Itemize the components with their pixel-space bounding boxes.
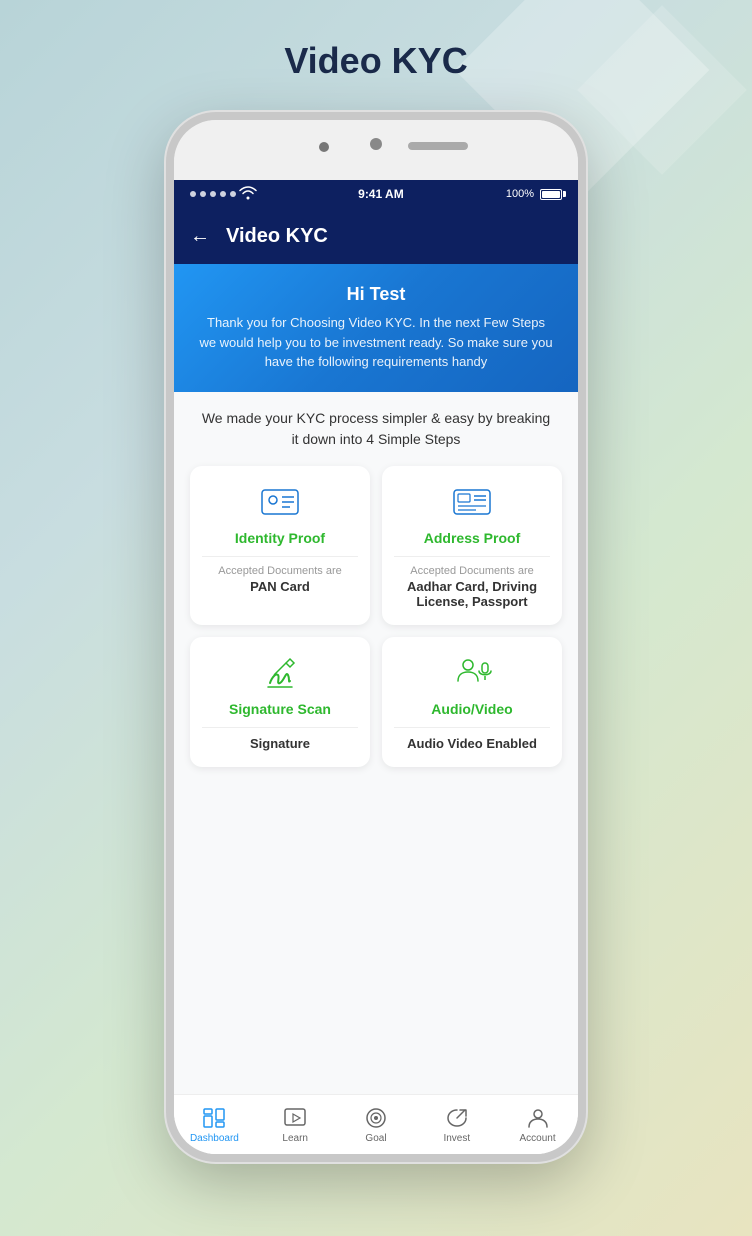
identity-docs: PAN Card	[202, 579, 358, 594]
battery-fill	[542, 191, 560, 198]
welcome-message: Thank you for Choosing Video KYC. In the…	[198, 313, 554, 372]
camera-front	[370, 138, 382, 150]
wifi-icon	[240, 187, 256, 202]
phone-frame: 9:41 AM 100% ← Video KYC Hi Test Thank y…	[166, 112, 586, 1162]
steps-grid: Identity Proof Accepted Documents are PA…	[190, 466, 562, 767]
account-label: Account	[520, 1133, 556, 1144]
app-header: ← Video KYC	[174, 208, 578, 264]
identity-proof-title: Identity Proof	[202, 530, 358, 546]
address-docs: Aadhar Card, Driving License, Passport	[394, 579, 550, 609]
back-button[interactable]: ←	[190, 225, 210, 248]
invest-icon	[445, 1106, 469, 1130]
nav-item-goal[interactable]: Goal	[336, 1106, 417, 1144]
account-icon	[526, 1106, 550, 1130]
audio-video-title: Audio/Video	[394, 701, 550, 717]
learn-icon	[283, 1106, 307, 1130]
dashboard-icon	[202, 1106, 226, 1130]
speaker	[408, 142, 468, 150]
address-proof-title: Address Proof	[394, 530, 550, 546]
address-accepted-label: Accepted Documents are	[394, 565, 550, 577]
signal-dot-3	[210, 191, 216, 197]
goal-label: Goal	[365, 1133, 386, 1144]
status-right: 100%	[506, 188, 562, 200]
battery-text: 100%	[506, 188, 534, 200]
kyc-subtitle: We made your KYC process simpler & easy …	[190, 408, 562, 450]
status-left	[190, 187, 256, 202]
learn-label: Learn	[282, 1133, 308, 1144]
goal-icon	[364, 1106, 388, 1130]
content-area[interactable]: We made your KYC process simpler & easy …	[174, 392, 578, 1095]
nav-item-learn[interactable]: Learn	[255, 1106, 336, 1144]
signature-scan-title: Signature Scan	[202, 701, 358, 717]
audio-docs: Audio Video Enabled	[394, 736, 550, 751]
nav-item-account[interactable]: Account	[497, 1106, 578, 1144]
status-bar: 9:41 AM 100%	[174, 180, 578, 208]
signal-dot-1	[190, 191, 196, 197]
nav-item-dashboard[interactable]: Dashboard	[174, 1106, 255, 1144]
identity-proof-icon	[202, 482, 358, 522]
status-time: 9:41 AM	[358, 187, 404, 201]
step-card-identity[interactable]: Identity Proof Accepted Documents are PA…	[190, 466, 370, 625]
signal-dot-5	[230, 191, 236, 197]
page-title: Video KYC	[284, 40, 467, 82]
welcome-greeting: Hi Test	[198, 284, 554, 305]
divider-audio	[394, 727, 550, 728]
address-proof-icon	[394, 482, 550, 522]
welcome-card: Hi Test Thank you for Choosing Video KYC…	[174, 264, 578, 392]
divider-identity	[202, 556, 358, 557]
invest-label: Invest	[443, 1133, 470, 1144]
phone-top-hardware	[174, 120, 578, 180]
signature-docs: Signature	[202, 736, 358, 751]
step-card-signature[interactable]: Signature Scan Signature	[190, 637, 370, 767]
divider-address	[394, 556, 550, 557]
dashboard-label: Dashboard	[190, 1133, 239, 1144]
identity-accepted-label: Accepted Documents are	[202, 565, 358, 577]
divider-signature	[202, 727, 358, 728]
signal-dot-4	[220, 191, 226, 197]
nav-item-invest[interactable]: Invest	[416, 1106, 497, 1144]
step-card-address[interactable]: Address Proof Accepted Documents are Aad…	[382, 466, 562, 625]
signal-dot-2	[200, 191, 206, 197]
step-card-audio[interactable]: Audio/Video Audio Video Enabled	[382, 637, 562, 767]
signature-scan-icon	[202, 653, 358, 693]
battery-icon	[540, 189, 562, 200]
header-title: Video KYC	[226, 225, 328, 248]
bottom-nav: Dashboard Learn	[174, 1094, 578, 1154]
camera-icon	[319, 142, 329, 152]
phone-screen: 9:41 AM 100% ← Video KYC Hi Test Thank y…	[174, 180, 578, 1154]
audio-video-icon	[394, 653, 550, 693]
